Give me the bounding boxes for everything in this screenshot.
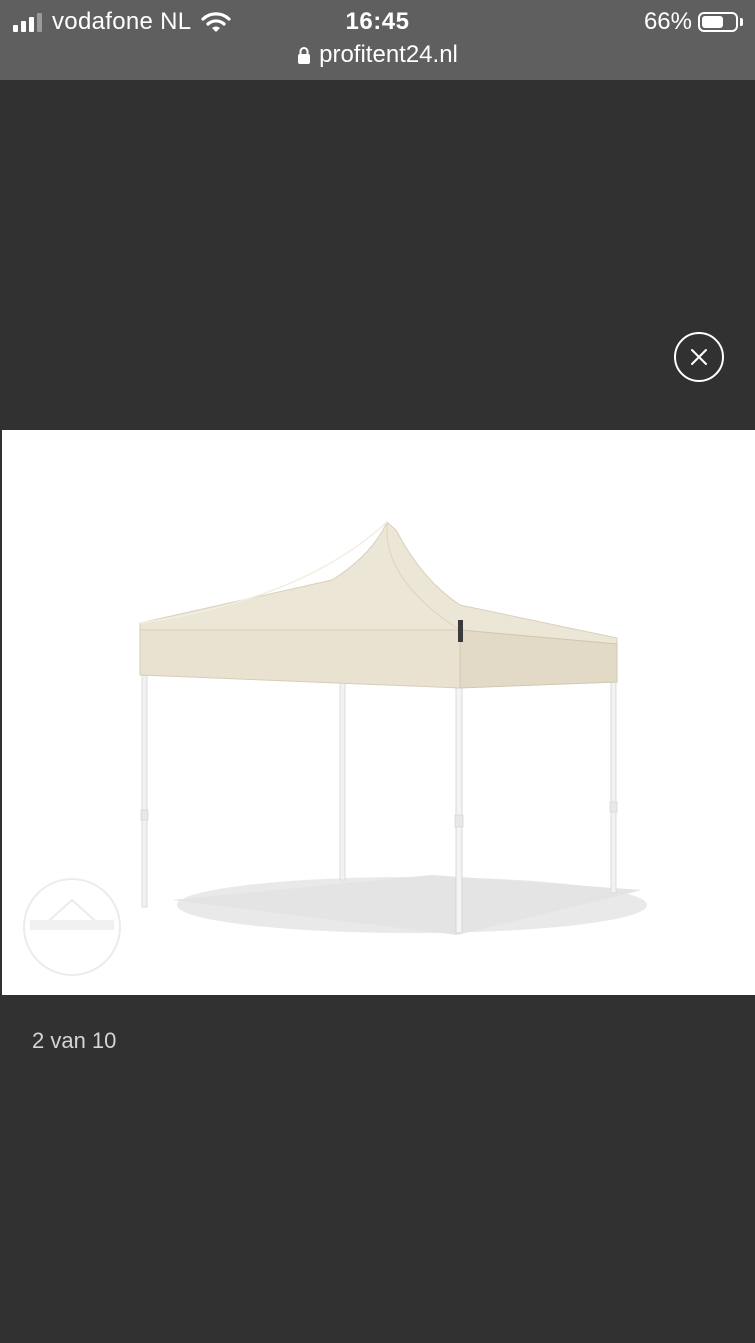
clock: 16:45 bbox=[345, 8, 410, 35]
battery-icon bbox=[698, 12, 738, 32]
address-bar[interactable]: profitent24.nl bbox=[0, 40, 755, 70]
watermark-logo bbox=[23, 878, 121, 976]
gallery-screen: vodafone NL 16:45 66% profitent24.nl 2 v… bbox=[0, 0, 755, 1343]
status-bar: vodafone NL 16:45 66% profitent24.nl bbox=[0, 0, 755, 80]
lock-icon bbox=[298, 47, 311, 64]
battery-level-fill bbox=[702, 16, 723, 28]
gallery-image[interactable] bbox=[2, 430, 755, 995]
close-icon bbox=[691, 349, 707, 365]
page-url: profitent24.nl bbox=[319, 41, 458, 68]
close-button[interactable] bbox=[674, 332, 724, 382]
status-right: 66% bbox=[644, 8, 743, 36]
battery-percent: 66% bbox=[643, 8, 692, 35]
battery-tip bbox=[740, 18, 743, 26]
image-counter: 2 van 10 bbox=[32, 1028, 117, 1053]
tent-image bbox=[23, 521, 647, 976]
